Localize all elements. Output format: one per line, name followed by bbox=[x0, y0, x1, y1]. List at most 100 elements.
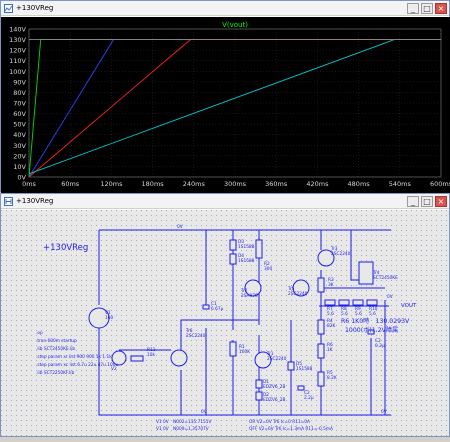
maximize-button[interactable]: □ bbox=[421, 3, 433, 14]
label-r10-val: 5.6 bbox=[369, 311, 376, 317]
x-tick-label: 360ms bbox=[265, 180, 288, 188]
label-r8-val: 5.6 bbox=[341, 311, 348, 317]
minimize-button[interactable]: _ bbox=[407, 196, 419, 207]
waveform-window: +130VReg _ □ × 0V 10V 20V 30V 40V 50V 60V 70V 80… bbox=[0, 0, 450, 193]
maximize-button[interactable]: □ bbox=[421, 196, 433, 207]
label-r9-val: 5.6 bbox=[355, 311, 362, 317]
label-d3-part: 1S1588 bbox=[238, 244, 255, 250]
x-tick-label: 60ms bbox=[61, 180, 80, 188]
d2-symbol[interactable] bbox=[255, 391, 263, 401]
label-v1-val: 160 bbox=[105, 315, 113, 321]
x-tick-label: 420ms bbox=[306, 180, 329, 188]
y-tick-label: 140V bbox=[9, 26, 26, 34]
y-tick-label: 30V bbox=[13, 142, 26, 150]
label-d5-part: 1S1588 bbox=[296, 366, 313, 372]
minimize-button[interactable]: _ bbox=[407, 3, 419, 14]
series-line-2 bbox=[28, 39, 441, 178]
label-tr1-part: 2SC2240 bbox=[267, 356, 287, 362]
label-d2-part: EDZV6_2B bbox=[263, 397, 286, 403]
label-vout: VOUT bbox=[401, 303, 417, 309]
op-note-2: OR V2=0V Tr6 Ic=0 R11=0A bbox=[249, 419, 310, 425]
chart-title: V(vout) bbox=[222, 21, 248, 29]
r2-symbol[interactable] bbox=[255, 239, 263, 259]
close-button[interactable]: × bbox=[435, 196, 447, 207]
y-tick-label: 50V bbox=[13, 121, 26, 129]
tr4-symbol[interactable] bbox=[358, 261, 374, 285]
schematic-window: +130VReg _ □ × +130VReg 0V D3 1S1588 D4 … bbox=[0, 193, 450, 438]
label-r3-val: 3K bbox=[328, 282, 334, 288]
label-r6-val: 1K bbox=[327, 347, 333, 353]
x-tick-label: 540ms bbox=[389, 180, 412, 188]
label-tr3-part: 2SC2240 bbox=[331, 251, 351, 257]
x-tick-label: 300ms bbox=[224, 180, 247, 188]
r11-symbol[interactable] bbox=[130, 355, 144, 362]
y-tick-label: 110V bbox=[9, 57, 26, 65]
x-tick-label: 480ms bbox=[348, 180, 371, 188]
x-tick-label: 180ms bbox=[142, 180, 165, 188]
label-tr4-part: SCT2450KE bbox=[373, 275, 398, 281]
schematic-window-icon bbox=[4, 197, 13, 206]
y-tick-label: 20V bbox=[13, 152, 26, 160]
series-line-1 bbox=[28, 39, 441, 178]
close-button[interactable]: × bbox=[435, 3, 447, 14]
label-c1-val: 6.67μ bbox=[211, 306, 224, 312]
series-line-0 bbox=[28, 39, 441, 178]
r9-symbol[interactable] bbox=[352, 299, 364, 306]
label-r6-note2: 1000(ボ)1.2V障属 bbox=[345, 326, 398, 334]
y-tick-label: 70V bbox=[13, 100, 26, 108]
plot-frame bbox=[28, 28, 442, 178]
label-r11-val: 10k bbox=[147, 352, 155, 358]
label-tr5-part: 2SC2240 bbox=[288, 291, 308, 297]
schematic-heading: +130VReg bbox=[43, 243, 88, 253]
x-tick-label: 600ms bbox=[430, 180, 450, 188]
y-tick-label: 120V bbox=[9, 47, 26, 55]
directive-op: .op bbox=[36, 331, 43, 336]
x-tick-label: 0ms bbox=[22, 180, 36, 188]
x-tick-label: 120ms bbox=[100, 180, 123, 188]
d1-symbol[interactable] bbox=[255, 379, 263, 389]
r10-symbol[interactable] bbox=[366, 299, 378, 306]
directive-step2: .step param xc list 6.7u 22u 47u 100u bbox=[36, 362, 118, 368]
directive-lib2: .lib SCT2250KF.lib bbox=[36, 370, 74, 376]
label-tr2-part: 2SA970 bbox=[241, 293, 258, 299]
label-r4-val: 82K bbox=[327, 323, 335, 329]
plot-window-icon bbox=[4, 4, 13, 13]
r5-symbol[interactable] bbox=[317, 371, 325, 387]
r1-symbol[interactable] bbox=[229, 341, 237, 357]
label-out-node: 0V bbox=[387, 294, 393, 300]
label-d4-part: 1S1588 bbox=[238, 258, 255, 264]
r6-symbol[interactable] bbox=[317, 343, 325, 359]
waveform-titlebar[interactable]: +130VReg _ □ × bbox=[1, 1, 449, 16]
r3-symbol[interactable] bbox=[317, 277, 325, 293]
d3-symbol[interactable] bbox=[229, 239, 237, 251]
r7-symbol[interactable] bbox=[324, 299, 336, 306]
label-r5-val: 8.2K bbox=[327, 375, 337, 381]
label-r2-val: 300 bbox=[264, 266, 272, 272]
d4-symbol[interactable] bbox=[229, 253, 237, 265]
op-note-1: V1 0V N009=1.35707V bbox=[156, 426, 209, 432]
waveform-chart[interactable]: 0V10V20V30V40V50V60V70V80V90V100V110V120… bbox=[1, 17, 450, 193]
tr6-symbol[interactable] bbox=[170, 349, 188, 367]
schematic-titlebar[interactable]: +130VReg _ □ × bbox=[1, 194, 449, 209]
label-bottom-0v: 0V bbox=[381, 409, 387, 415]
c1-symbol[interactable] bbox=[202, 304, 210, 310]
y-tick-label: 80V bbox=[13, 89, 26, 97]
y-tick-label: 40V bbox=[13, 131, 26, 139]
schematic-canvas[interactable]: +130VReg 0V D3 1S1588 D4 1S1588 R2 300 T… bbox=[1, 210, 450, 438]
c2b-symbol[interactable] bbox=[297, 385, 305, 391]
y-tick-label: 90V bbox=[13, 78, 26, 86]
r4-symbol[interactable] bbox=[317, 319, 325, 335]
label-0v-top: 0V bbox=[177, 224, 183, 230]
op-note-0: V1 0V N002=135.7151V bbox=[156, 419, 212, 425]
y-tick-label: 10V bbox=[13, 163, 26, 171]
y-tick-label: 60V bbox=[13, 110, 26, 118]
label-r1-val: 100K bbox=[239, 349, 250, 355]
x-tick-label: 240ms bbox=[183, 180, 206, 188]
schematic-drawing[interactable]: +130VReg 0V D3 1S1588 D4 1S1588 R2 300 T… bbox=[1, 210, 450, 438]
directive-tran: .tran 600m startup bbox=[36, 338, 77, 344]
label-c2-val: 0.2μ bbox=[375, 343, 385, 349]
waveform-title: +130VReg bbox=[16, 4, 54, 12]
plot-area[interactable]: 0V 10V 20V 30V 40V 50V 60V 70V 80V 90V 100V 110V 120… bbox=[1, 17, 450, 193]
d5-symbol[interactable] bbox=[287, 361, 295, 371]
r8-symbol[interactable] bbox=[338, 299, 350, 306]
